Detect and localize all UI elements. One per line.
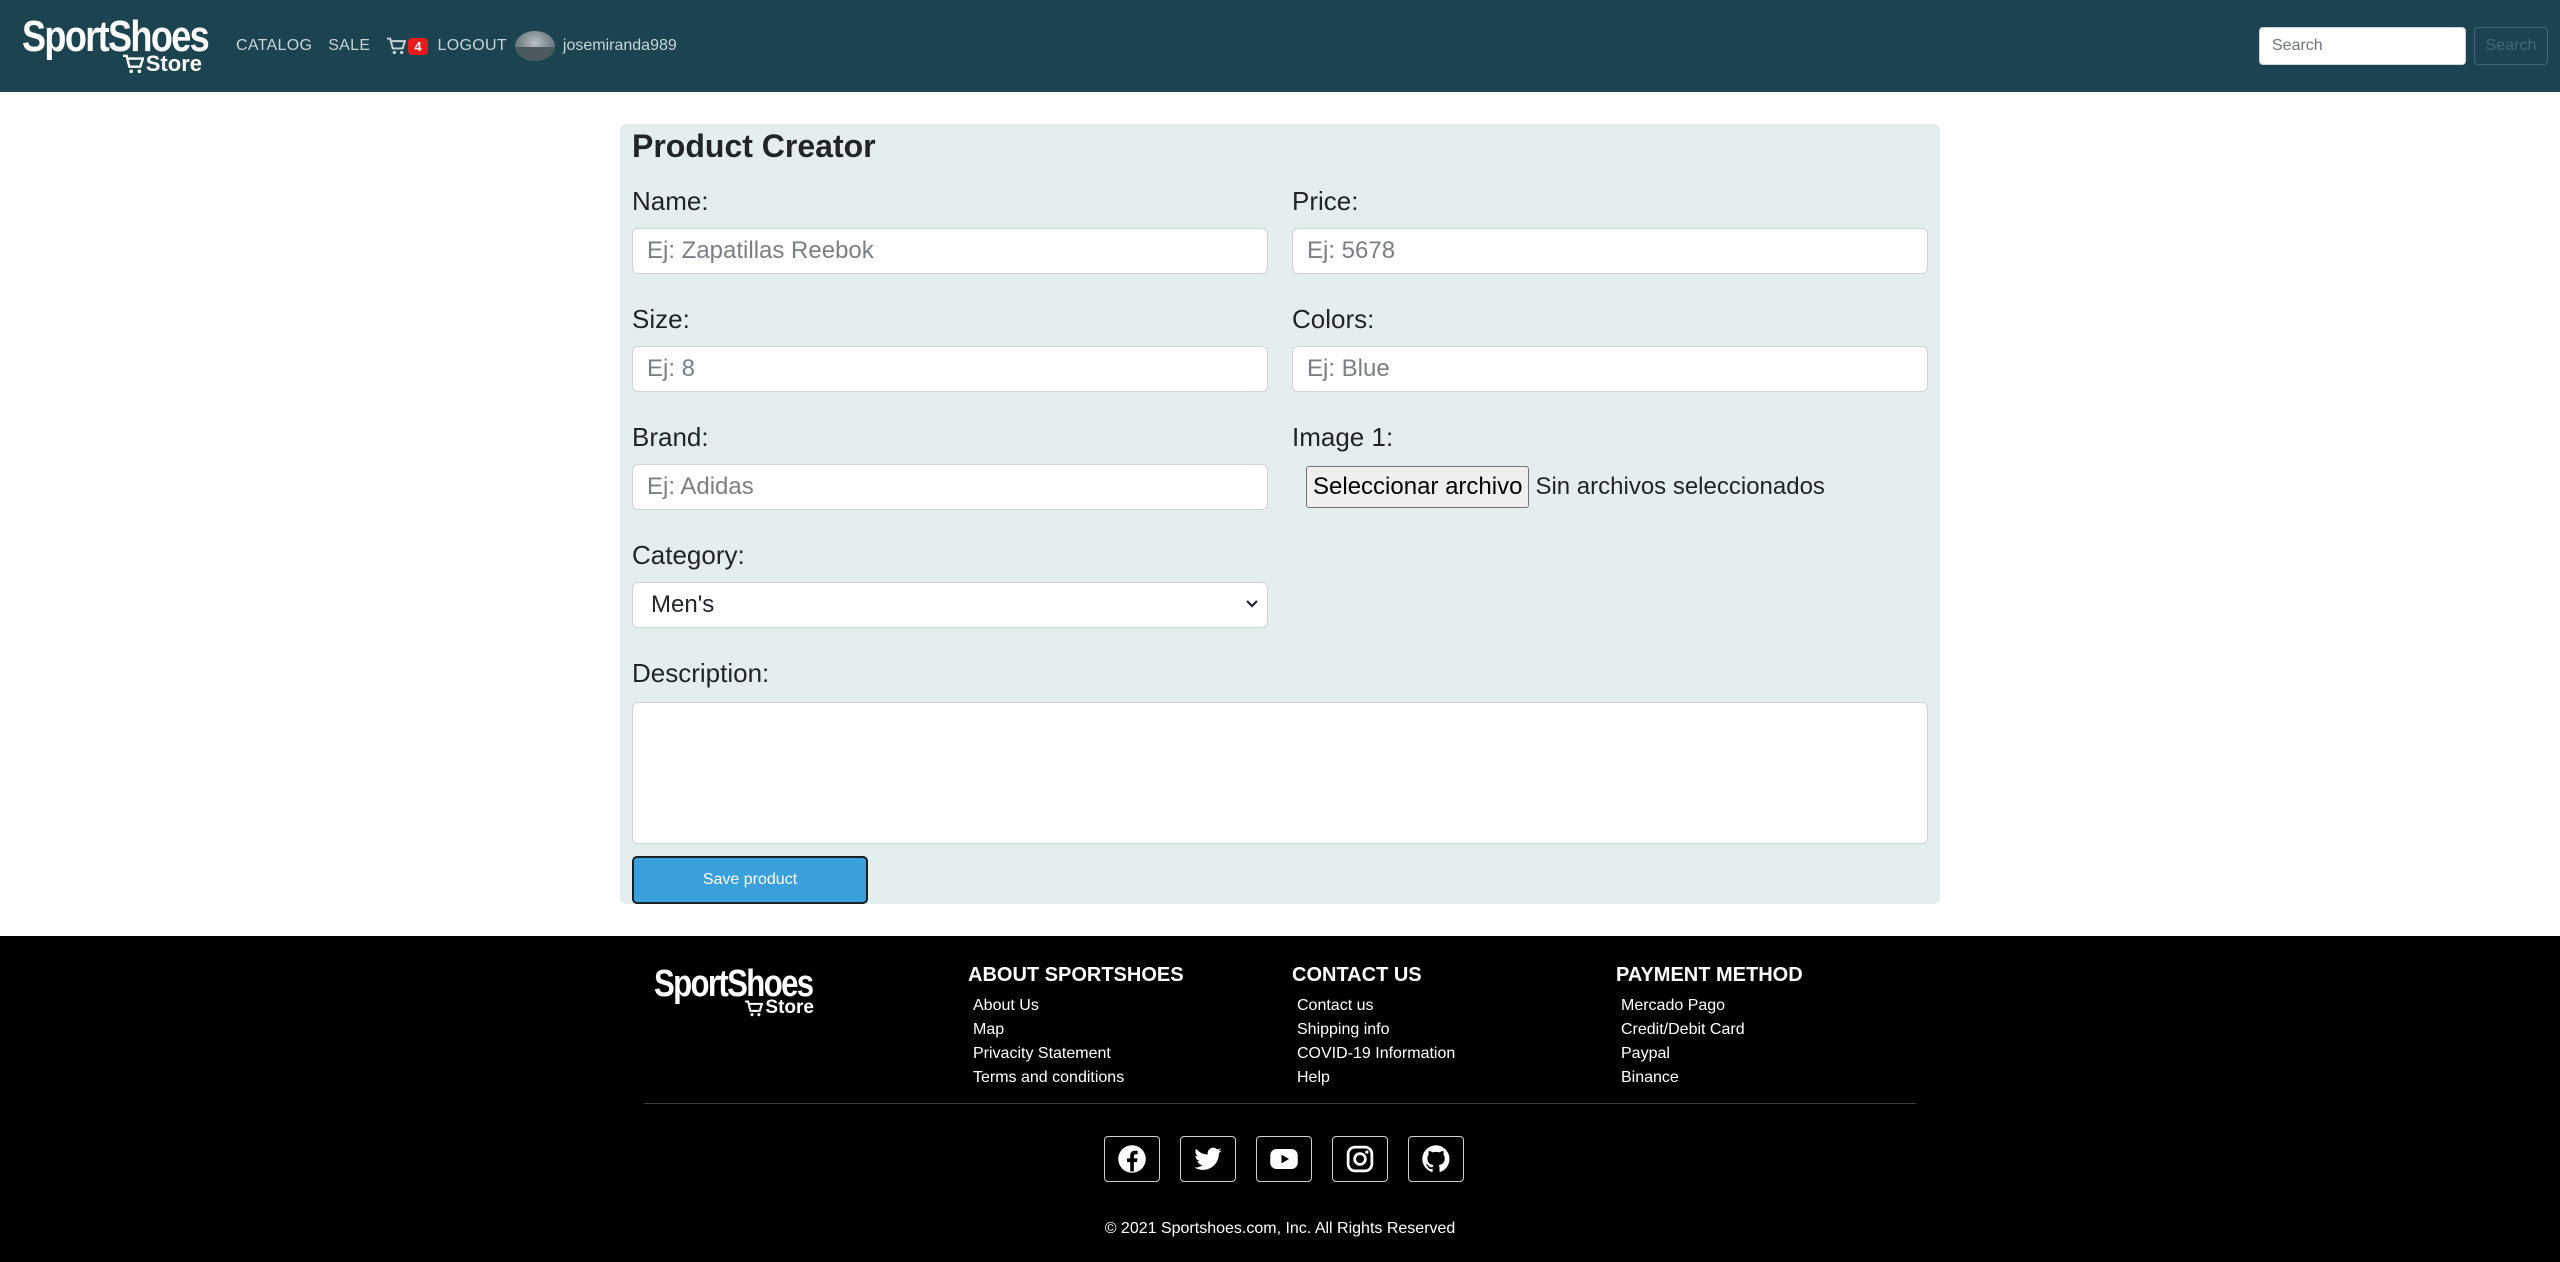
footer-link[interactable]: COVID-19 Information [1292, 1042, 1455, 1066]
choose-file-button[interactable]: Seleccionar archivo [1306, 466, 1530, 508]
footer-about-heading: ABOUT SPORTSHOES [968, 964, 1184, 986]
description-label: Description: [632, 658, 770, 688]
description-textarea[interactable] [632, 702, 1928, 844]
footer-link[interactable]: Contact us [1292, 994, 1455, 1018]
price-label: Price: [1292, 186, 1359, 216]
footer-logo-sub: Store [744, 996, 814, 1020]
footer-link[interactable]: About Us [968, 994, 1184, 1018]
footer-link[interactable]: Shipping info [1292, 1018, 1455, 1042]
colors-label: Colors: [1292, 304, 1375, 334]
logo-sub-text: Store [145, 51, 202, 76]
colors-input[interactable] [1292, 346, 1928, 392]
brand-logo[interactable]: SportShoes Store [22, 14, 210, 76]
cart-icon [122, 54, 144, 74]
twitter-link[interactable] [1180, 1136, 1236, 1182]
image-file-picker: Seleccionar archivo Sin archivos selecci… [1306, 466, 1825, 508]
footer-payment-item: Mercado Pago [1621, 997, 1726, 1014]
logo-sub: Store [122, 52, 202, 76]
social-links [1104, 1136, 1464, 1182]
footer-contact-heading: CONTACT US [1292, 964, 1422, 986]
nav-catalog[interactable]: CATALOG [236, 37, 312, 55]
footer-logo-sub-text: Store [765, 997, 814, 1018]
product-creator-card: Product Creator Name: Price: Size: Color… [620, 124, 1940, 904]
nav-cart[interactable]: 4 [386, 37, 428, 55]
brand-label: Brand: [632, 422, 709, 452]
cart-count-badge: 4 [408, 37, 428, 55]
navbar: SportShoes Store CATALOG SALE 4 LOGOUT j… [0, 0, 2560, 92]
price-input[interactable] [1292, 228, 1928, 274]
avatar[interactable] [514, 31, 555, 61]
footer-link[interactable]: Map [968, 1018, 1184, 1042]
footer: SportShoes Store ABOUT SPORTSHOES About … [0, 936, 2560, 1262]
footer-link[interactable]: Privacity Statement [968, 1042, 1184, 1066]
page-title: Product Creator [632, 128, 876, 164]
username[interactable]: josemiranda989 [563, 37, 677, 55]
facebook-link[interactable] [1104, 1136, 1160, 1182]
shopping-cart-icon [387, 37, 407, 55]
footer-payment-item: Binance [1621, 1069, 1679, 1086]
youtube-link[interactable] [1256, 1136, 1312, 1182]
chevron-down-icon [1246, 600, 1258, 608]
size-label: Size: [632, 304, 690, 334]
footer-payment-item: Credit/Debit Card [1621, 1021, 1745, 1038]
footer-payment-column: PAYMENT METHOD Mercado Pago Credit/Debit… [1616, 960, 1803, 1090]
footer-contact-column: CONTACT US Contact us Shipping info COVI… [1292, 960, 1455, 1090]
github-link[interactable] [1408, 1136, 1464, 1182]
footer-about-column: ABOUT SPORTSHOES About Us Map Privacity … [968, 960, 1184, 1090]
category-select[interactable]: Men's [632, 582, 1268, 628]
nav-sale[interactable]: SALE [328, 37, 370, 55]
category-selected-value: Men's [651, 591, 715, 618]
size-input[interactable] [632, 346, 1268, 392]
instagram-link[interactable] [1332, 1136, 1388, 1182]
youtube-icon [1270, 1149, 1298, 1169]
name-label: Name: [632, 186, 709, 216]
save-product-button[interactable]: Save product [632, 856, 868, 904]
footer-payment-heading: PAYMENT METHOD [1616, 964, 1803, 986]
footer-link[interactable]: Terms and conditions [968, 1066, 1184, 1090]
file-status: Sin archivos seleccionados [1535, 473, 1825, 500]
footer-logo[interactable]: SportShoes Store [654, 964, 816, 1018]
instagram-icon [1346, 1145, 1374, 1173]
search-input[interactable] [2259, 27, 2466, 65]
category-label: Category: [632, 540, 745, 570]
brand-input[interactable] [632, 464, 1268, 510]
github-icon [1422, 1145, 1450, 1173]
cart-icon [745, 1000, 764, 1016]
nav-links: CATALOG SALE 4 LOGOUT josemiranda989 [236, 31, 677, 61]
name-input[interactable] [632, 228, 1268, 274]
footer-divider [644, 1103, 1916, 1104]
footer-payment-item: Paypal [1621, 1045, 1670, 1062]
image-label: Image 1: [1292, 422, 1394, 452]
nav-logout[interactable]: LOGOUT [438, 37, 507, 55]
copyright: © 2021 Sportshoes.com, Inc. All Rights R… [1104, 1220, 1456, 1237]
facebook-icon [1118, 1145, 1146, 1173]
footer-link[interactable]: Help [1292, 1066, 1455, 1090]
twitter-icon [1194, 1147, 1222, 1170]
search-button[interactable]: Search [2474, 27, 2548, 65]
